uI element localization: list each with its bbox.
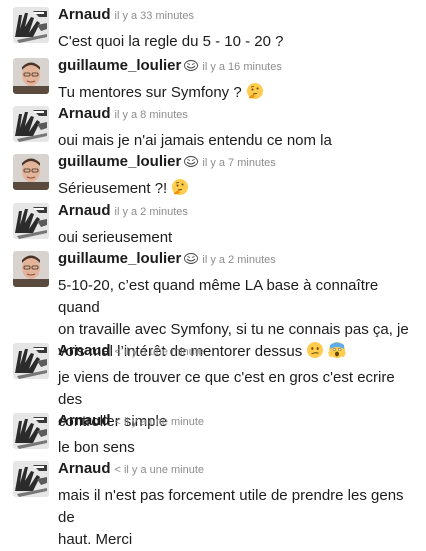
arnaud-avatar[interactable] bbox=[13, 413, 49, 449]
message-line: Sérieusement ?! bbox=[58, 178, 418, 200]
caret: < bbox=[114, 346, 121, 358]
message-text: oui serieusement bbox=[58, 227, 418, 249]
message-line-text: on travaille avec Symfony, si tu ne conn… bbox=[58, 321, 409, 338]
author-name[interactable]: guillaume_loulier bbox=[58, 153, 181, 170]
chat-log: Arnaud il y a 33 minutes C'est quoi la reg… bbox=[0, 0, 426, 548]
message-text: le bon sens bbox=[58, 437, 418, 459]
message-text: Tu mentores sur Symfony ? bbox=[58, 82, 418, 104]
message-text: mais il n'est pas forcement utile de pre… bbox=[58, 485, 418, 551]
caret: < bbox=[114, 464, 121, 476]
message-line: 5-10-20, c’est quand même LA base à conn… bbox=[58, 275, 418, 319]
message-line: on travaille avec Symfony, si tu ne conn… bbox=[58, 319, 418, 341]
thinking-face-icon bbox=[167, 179, 189, 197]
message-line-text: C'est quoi la regle du 5 - 10 - 20 ? bbox=[58, 33, 284, 50]
message-header: Arnaud < il y a une minute bbox=[58, 412, 204, 430]
message-header: Arnaud il y a 33 minutes bbox=[58, 6, 194, 24]
arnaud-avatar[interactable] bbox=[13, 461, 49, 497]
author-name[interactable]: guillaume_loulier bbox=[58, 250, 181, 267]
message-header: Arnaud < il y a une minute bbox=[58, 342, 204, 360]
message-header: guillaume_loulier il y a 7 minutes bbox=[58, 153, 276, 171]
timestamp[interactable]: il y a 33 minutes bbox=[115, 10, 194, 22]
message-header: guillaume_loulier il y a 16 minutes bbox=[58, 57, 282, 75]
arnaud-avatar[interactable] bbox=[13, 203, 49, 239]
timestamp[interactable]: il y a 2 minutes bbox=[202, 254, 275, 266]
message-line: Tu mentores sur Symfony ? bbox=[58, 82, 418, 104]
arnaud-avatar[interactable] bbox=[13, 343, 49, 379]
author-name[interactable]: guillaume_loulier bbox=[58, 57, 181, 74]
timestamp[interactable]: il y a 16 minutes bbox=[202, 61, 281, 73]
author-name[interactable]: Arnaud bbox=[58, 342, 111, 359]
message-header: guillaume_loulier il y a 2 minutes bbox=[58, 250, 276, 268]
caret: < bbox=[114, 416, 121, 428]
timestamp[interactable]: il y a 2 minutes bbox=[115, 206, 188, 218]
message-line-text: 5-10-20, c’est quand même LA base à conn… bbox=[58, 277, 379, 316]
message-text: Sérieusement ?! bbox=[58, 178, 418, 200]
message-text: oui mais je n'ai jamais entendu ce nom l… bbox=[58, 130, 418, 152]
message-header: Arnaud < il y a une minute bbox=[58, 460, 204, 478]
message-line: oui mais je n'ai jamais entendu ce nom l… bbox=[58, 130, 418, 152]
message-line: oui serieusement bbox=[58, 227, 418, 249]
guillaume-avatar[interactable] bbox=[13, 58, 49, 94]
message-line-text: haut. Merci bbox=[58, 531, 133, 548]
thinking-face-icon bbox=[242, 83, 264, 101]
message-line: haut. Merci bbox=[58, 529, 418, 551]
arnaud-avatar[interactable] bbox=[13, 106, 49, 142]
message-line: mais il n'est pas forcement utile de pre… bbox=[58, 485, 418, 529]
author-name[interactable]: Arnaud bbox=[58, 412, 111, 429]
guillaume-avatar[interactable] bbox=[13, 251, 49, 287]
message-header: Arnaud il y a 2 minutes bbox=[58, 202, 188, 220]
author-name[interactable]: Arnaud bbox=[58, 202, 111, 219]
message-line-text: mais il n'est pas forcement utile de pre… bbox=[58, 487, 404, 526]
author-name[interactable]: Arnaud bbox=[58, 105, 111, 122]
timestamp[interactable]: il y a une minute bbox=[124, 416, 204, 428]
message-text: C'est quoi la regle du 5 - 10 - 20 ? bbox=[58, 31, 418, 53]
guillaume-avatar[interactable] bbox=[13, 154, 49, 190]
timestamp[interactable]: il y a 8 minutes bbox=[115, 109, 188, 121]
arnaud-avatar[interactable] bbox=[13, 7, 49, 43]
message-line-text: Tu mentores sur Symfony ? bbox=[58, 84, 242, 101]
message-line: C'est quoi la regle du 5 - 10 - 20 ? bbox=[58, 31, 418, 53]
message-line-text: Sérieusement ?! bbox=[58, 180, 168, 197]
message-line-text: oui serieusement bbox=[58, 229, 173, 246]
author-name[interactable]: Arnaud bbox=[58, 6, 111, 23]
timestamp[interactable]: il y a 7 minutes bbox=[202, 157, 275, 169]
troll-face-icon bbox=[184, 252, 199, 266]
timestamp[interactable]: il y a une minute bbox=[124, 346, 204, 358]
timestamp[interactable]: il y a une minute bbox=[124, 464, 204, 476]
message-line-text: je viens de trouver ce que c'est en gros… bbox=[58, 369, 395, 408]
message-line: le bon sens bbox=[58, 437, 418, 459]
message-line-text: le bon sens bbox=[58, 439, 135, 456]
troll-face-icon bbox=[184, 59, 199, 73]
author-name[interactable]: Arnaud bbox=[58, 460, 111, 477]
troll-face-icon bbox=[184, 155, 199, 169]
confused-face-icon bbox=[302, 342, 324, 360]
message-line: je viens de trouver ce que c'est en gros… bbox=[58, 367, 418, 411]
message-line-text: oui mais je n'ai jamais entendu ce nom l… bbox=[58, 132, 332, 149]
screaming-face-icon bbox=[324, 342, 347, 360]
message-header: Arnaud il y a 8 minutes bbox=[58, 105, 188, 123]
